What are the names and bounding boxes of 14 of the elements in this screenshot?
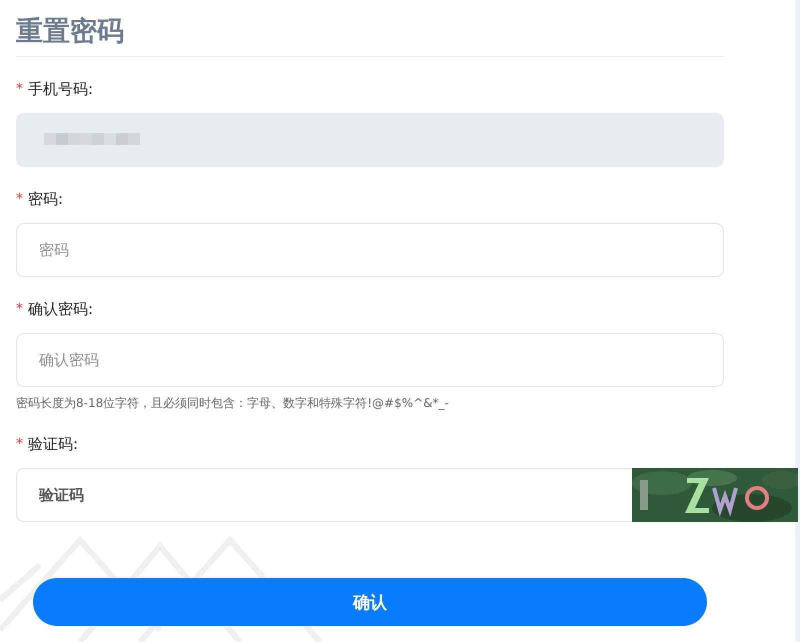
required-mark: *	[16, 436, 23, 452]
field-label: 验证码:	[28, 434, 78, 454]
required-mark: *	[16, 191, 23, 207]
captcha-field[interactable]: 验证码	[16, 468, 632, 522]
input-field[interactable]: 确认密码	[16, 333, 724, 387]
required-mark: *	[16, 301, 23, 317]
field-label: 手机号码:	[28, 80, 94, 98]
required-mark: *	[16, 81, 23, 97]
input-field[interactable]: 密码	[16, 223, 724, 277]
field-label: 密码:	[28, 190, 64, 208]
confirm-button[interactable]: 确认	[33, 578, 707, 626]
page-title: 重置密码	[16, 15, 124, 49]
hint-text: 密码长度为8-18位字符，且必须同时包含：字母、数字和特殊字符!@#$%^&*_-	[16, 395, 450, 412]
field-label: 确认密码:	[28, 300, 94, 318]
